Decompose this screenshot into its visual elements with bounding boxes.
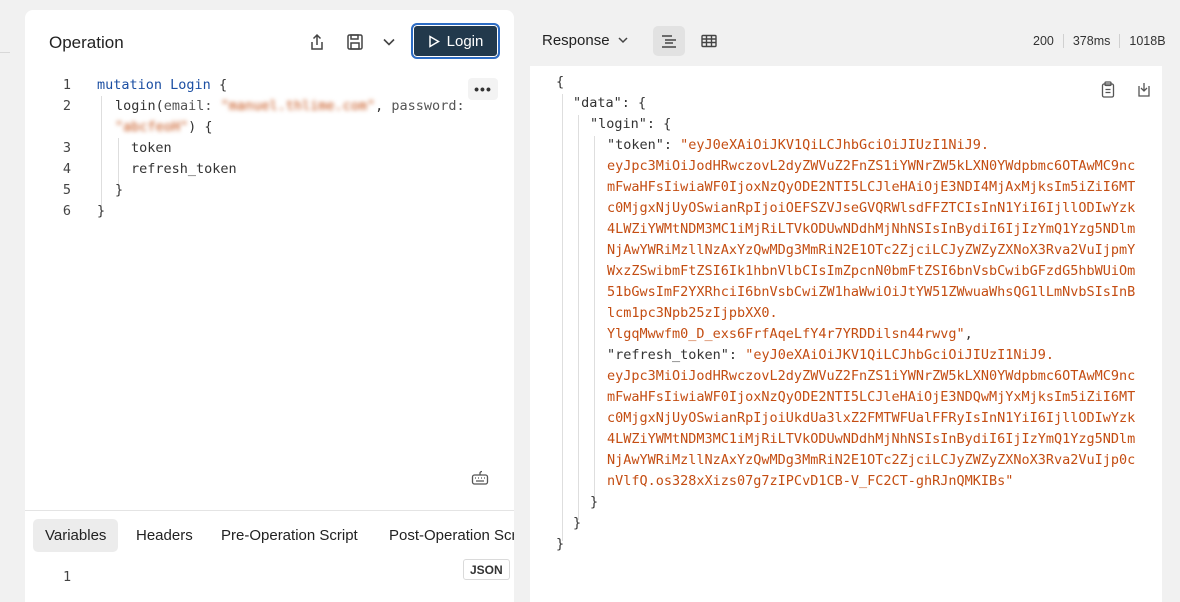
- more-icon[interactable]: •••: [468, 78, 498, 100]
- tab-post-operation-script[interactable]: Post-Operation Script: [377, 519, 514, 552]
- run-login-button[interactable]: Login: [411, 23, 500, 59]
- response-size: 1018B: [1129, 34, 1166, 48]
- json-refresh-line: "refresh_token": "eyJ0eXAiOiJKV1QiLCJhbG…: [607, 347, 1055, 363]
- indent-guide: [562, 94, 563, 541]
- variables-line-number: 1: [63, 569, 72, 585]
- share-icon[interactable]: [306, 31, 328, 53]
- indent-guide: [101, 96, 102, 206]
- response-header: Response 200 378ms 1018B: [530, 10, 1166, 62]
- chevron-down-icon: [618, 37, 628, 44]
- code-line-2-wrap: "abcfeoH") {: [115, 119, 213, 135]
- download-icon[interactable]: [1137, 81, 1153, 99]
- password-value: "abcfeoH": [115, 119, 189, 135]
- tab-headers[interactable]: Headers: [124, 519, 205, 552]
- response-body: { "data": { "login": { "token": "eyJ0eXA…: [530, 66, 1162, 602]
- token-line: eyJpc3MiOiJodHRwczovL2dyZWVuZ2FnZS1iYWNr…: [607, 158, 1136, 174]
- table-view-icon[interactable]: [693, 26, 725, 56]
- code-line-6: }: [97, 203, 106, 219]
- refresh-line: mFwaHFsIiwiaWF0IjoxNzQyODE2NTI5LCJleHAiO…: [607, 389, 1136, 405]
- token-line: lcm1pc3Npb25zIjpbXX0.: [607, 305, 778, 321]
- code-line-3: token: [131, 140, 172, 156]
- bottom-tabs: Variables Headers Pre-Operation Script P…: [25, 510, 514, 558]
- indent-guide: [118, 138, 119, 186]
- json-login-line: "login": {: [590, 116, 672, 132]
- left-edge-divider: [0, 0, 10, 602]
- operation-panel: Operation Login 1 2 3 4 5 6 mutation Log…: [25, 10, 514, 602]
- code-line-2: login(email: "manuel.thlime.com", passwo…: [115, 98, 465, 114]
- code-line-1: mutation Login {: [97, 77, 228, 93]
- line-number: 4: [62, 161, 71, 177]
- indent-guide: [578, 115, 579, 520]
- json-format-badge[interactable]: JSON: [463, 559, 510, 580]
- response-time: 378ms: [1072, 34, 1111, 48]
- refresh-line: NjAwYWRiMzllNzAxYzQwMDg3MmRiN2E1OTc2Zjci…: [607, 452, 1136, 468]
- json-data-line: "data": {: [573, 95, 647, 111]
- play-icon: [428, 34, 440, 48]
- code-line-5: }: [115, 182, 124, 198]
- token-line: mFwaHFsIiwiaWF0IjoxNzQyODE2NTI5LCJleHAiO…: [607, 179, 1136, 195]
- keyboard-icon[interactable]: [471, 470, 491, 488]
- token-line: NjAwYWRiMzllNzAxYzQwMDg3MmRiN2E1OTc2Zjci…: [607, 242, 1136, 258]
- token-line: YlgqMwwfm0_D_exs6FrfAqeLfY4r7YRDDilsn44r…: [607, 326, 973, 342]
- line-number: 6: [62, 203, 71, 219]
- json-close-data: }: [573, 515, 582, 531]
- line-number: 5: [62, 182, 71, 198]
- email-value: "manuel.thlime.com": [220, 98, 376, 114]
- code-line-4: refresh_token: [131, 161, 237, 177]
- json-close-login: }: [590, 494, 599, 510]
- token-line: 4LWZiYWMtNDM3MC1iMjRiLTVkODUwNDdhMjNhNSI…: [607, 221, 1136, 237]
- line-number: 3: [62, 140, 71, 156]
- response-stats: 200 378ms 1018B: [1033, 34, 1166, 48]
- json-token-line: "token": "eyJ0eXAiOiJKV1QiLCJhbGciOiJIUz…: [607, 137, 990, 153]
- token-line: c0MjgxNjUyOSwianRpIjoiOEFSZVJseGVQRWlsdF…: [607, 200, 1136, 216]
- indent-guide: [594, 136, 595, 499]
- token-line: 51bGwsImF2YXRhciI6bnVsbCwiZW1haWwiOiJtYW…: [607, 284, 1136, 300]
- tab-pre-operation-script[interactable]: Pre-Operation Script: [209, 519, 370, 552]
- line-number: 2: [62, 98, 71, 114]
- operation-title: Operation: [49, 33, 124, 52]
- refresh-line: c0MjgxNjUyOSwianRpIjoiUkdUa3lxZ2FMTWFUal…: [607, 410, 1136, 426]
- run-button-label: Login: [446, 32, 484, 50]
- chevron-down-icon[interactable]: [378, 31, 400, 53]
- json-open: {: [556, 74, 565, 90]
- save-icon[interactable]: [344, 31, 366, 53]
- text-view-icon[interactable]: [653, 26, 685, 56]
- refresh-line: nVlfQ.os328xXizs07g7zIPCvD1CB-V_FC2CT-gh…: [607, 473, 1014, 489]
- refresh-line: eyJpc3MiOiJodHRwczovL2dyZWVuZ2FnZS1iYWNr…: [607, 368, 1136, 384]
- token-line: WxzZSwibmFtZSI6Ik1hbnVlbCIsImZpcnN0bmFtZ…: [607, 263, 1136, 279]
- status-code: 200: [1033, 34, 1054, 48]
- response-title: Response: [542, 32, 610, 49]
- operation-header: Operation Login: [25, 10, 514, 72]
- operation-editor[interactable]: 1 2 3 4 5 6 mutation Login { login(email…: [25, 72, 514, 472]
- response-dropdown[interactable]: Response: [542, 32, 628, 49]
- line-number: 1: [62, 77, 71, 93]
- refresh-line: 4LWZiYWMtNDM3MC1iMjRiLTVkODUwNDdhMjNhNSI…: [607, 431, 1136, 447]
- tab-variables[interactable]: Variables: [33, 519, 119, 552]
- copy-icon[interactable]: [1101, 81, 1117, 99]
- json-close-root: }: [556, 536, 565, 552]
